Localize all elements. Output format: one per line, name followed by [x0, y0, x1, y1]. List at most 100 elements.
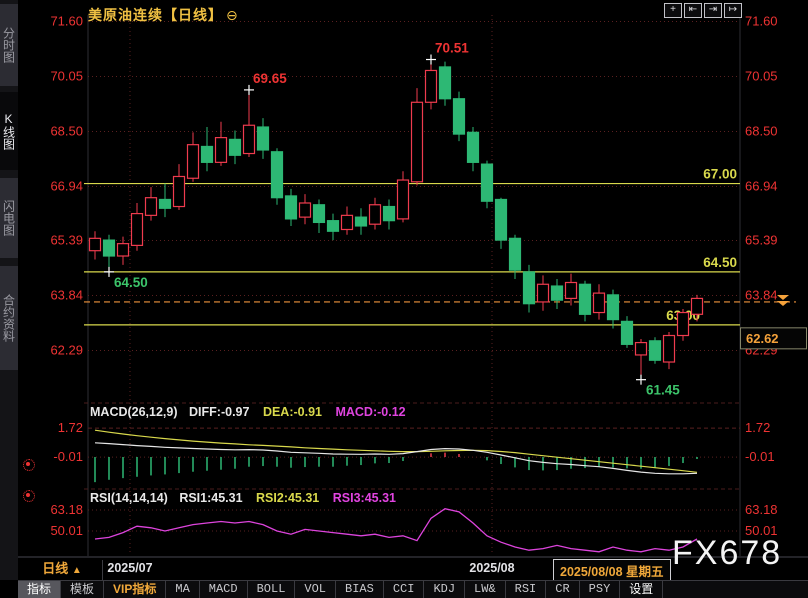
candlestick [146, 198, 157, 216]
candlestick [286, 196, 297, 219]
macd-params-label: MACD(26,12,9) [90, 405, 178, 419]
candlestick [342, 215, 353, 229]
candlestick [328, 221, 339, 232]
toolbar-tab[interactable]: BOLL [248, 581, 296, 598]
macd-macd-value: MACD:-0.12 [335, 405, 405, 419]
pan-right-icon[interactable]: ↦ [724, 3, 742, 18]
candlestick [566, 283, 577, 299]
candlestick [90, 238, 101, 250]
rsi-axis-label-left: 63.18 [50, 502, 83, 517]
macd-diff-value: DIFF:-0.97 [189, 405, 249, 419]
candlestick [384, 207, 395, 221]
y-axis-label-right: 63.84 [745, 288, 778, 303]
rsi-params-label: RSI(14,14,14) [90, 491, 168, 505]
candlestick [132, 214, 143, 246]
macd-axis-label-right: 1.72 [745, 420, 770, 435]
x-axis-tick-label: 2025/08 [469, 561, 514, 575]
macd-axis-label-left: 1.72 [58, 420, 83, 435]
candlestick [678, 313, 689, 336]
toolbar-tab[interactable]: PSY [580, 581, 621, 598]
scale-right-icon[interactable]: ⇥ [704, 3, 722, 18]
period-selector-button[interactable]: 日线 ▲ [22, 560, 103, 580]
rsi-axis-label-left: 50.01 [50, 523, 83, 538]
collapse-icon[interactable]: ⊖ [226, 7, 239, 23]
toolbar-tab[interactable]: 模板 [61, 581, 104, 598]
rsi3-value: RSI3:45.31 [333, 491, 396, 505]
sidebar-item-lightning-chart[interactable]: 闪电图 [0, 178, 18, 258]
chart-app-window: 71.6071.6070.0570.0568.5068.5066.9466.94… [0, 0, 808, 597]
sidebar-item-contract-info[interactable]: 合约资料 [0, 266, 18, 370]
y-axis-label-left: 68.50 [50, 124, 83, 139]
chart-type-sidebar: 分时图 K线图 闪电图 合约资料 [0, 0, 18, 580]
candlestick [188, 145, 199, 179]
rsi-pane-header: RSI(14,14,14) RSI1:45.31 RSI2:45.31 RSI3… [90, 491, 396, 505]
toolbar-tab[interactable]: LW& [465, 581, 506, 598]
candlestick [468, 132, 479, 162]
candlestick [160, 199, 171, 208]
candlestick [510, 238, 521, 270]
y-axis-label-left: 65.39 [50, 233, 83, 248]
macd-axis-label-right: -0.01 [745, 449, 775, 464]
candlestick [370, 205, 381, 224]
candlestick [454, 99, 465, 134]
candlestick [258, 127, 269, 150]
scale-left-icon[interactable]: ⇤ [684, 3, 702, 18]
chart-title: 美原油连续【日线】⊖ [88, 5, 239, 25]
toolbar-tab[interactable]: 设置 [620, 581, 663, 598]
toolbar-tab[interactable]: BIAS [336, 581, 384, 598]
crosshair-icon[interactable]: + [664, 3, 682, 18]
price-level-label: 64.50 [703, 255, 737, 270]
candlestick [426, 70, 437, 102]
toolbar-tab[interactable]: 指标 [18, 581, 61, 598]
candlestick-chart: 71.6071.6070.0570.0568.5068.5066.9466.94… [0, 0, 808, 597]
price-annotation: 61.45 [646, 383, 680, 398]
macd-pane-header: MACD(26,12,9) DIFF:-0.97 DEA:-0.91 MACD:… [90, 405, 406, 419]
pane-marker-icon[interactable] [23, 459, 35, 471]
chevron-up-icon: ▲ [72, 565, 82, 576]
candlestick [440, 67, 451, 99]
y-axis-label-left: 66.94 [50, 179, 83, 194]
toolbar-tab[interactable]: VOL [295, 581, 336, 598]
rsi-axis-label-right: 63.18 [745, 502, 778, 517]
toolbar-tab[interactable]: VIP指标 [104, 581, 166, 598]
pane-marker-icon[interactable] [23, 490, 35, 502]
toolbar-tab[interactable]: MACD [200, 581, 248, 598]
candlestick [664, 336, 675, 363]
candlestick [692, 298, 703, 314]
price-annotation: 69.65 [253, 71, 287, 86]
rsi2-value: RSI2:45.31 [256, 491, 319, 505]
candlestick [552, 286, 563, 300]
double-arrow-down-icon [777, 301, 789, 306]
price-tag-label: 62.62 [746, 331, 779, 346]
price-annotation: 70.51 [435, 41, 469, 56]
macd-axis-label-left: -0.01 [53, 449, 83, 464]
candlestick [412, 102, 423, 182]
rsi1-value: RSI1:45.31 [179, 491, 242, 505]
candlestick [538, 284, 549, 302]
candlestick [482, 164, 493, 201]
toolbar-tab[interactable]: CCI [384, 581, 425, 598]
y-axis-label-left: 63.84 [50, 288, 83, 303]
y-axis-label-right: 66.94 [745, 179, 778, 194]
candlestick [272, 152, 283, 198]
candlestick [636, 343, 647, 355]
candlestick [608, 295, 619, 320]
rsi-line [95, 509, 697, 552]
toolbar-tab[interactable]: MA [166, 581, 199, 598]
macd-dif-line [95, 443, 697, 474]
candlestick [244, 125, 255, 153]
x-axis-tick-label: 2025/07 [107, 561, 152, 575]
y-axis-label-right: 70.05 [745, 69, 778, 84]
symbol-period-label: 美原油连续【日线】 [88, 7, 223, 23]
y-axis-label-left: 70.05 [50, 69, 83, 84]
y-axis-label-right: 65.39 [745, 233, 778, 248]
candlestick [230, 139, 241, 155]
toolbar-tab[interactable]: RSI [506, 581, 547, 598]
sidebar-item-kline-chart[interactable]: K线图 [0, 92, 18, 170]
toolbar-tab[interactable]: CR [546, 581, 579, 598]
candlestick [104, 240, 115, 256]
toolbar-tab[interactable]: KDJ [424, 581, 465, 598]
candlestick [398, 180, 409, 219]
sidebar-item-time-chart[interactable]: 分时图 [0, 4, 18, 86]
candlestick [174, 176, 185, 206]
